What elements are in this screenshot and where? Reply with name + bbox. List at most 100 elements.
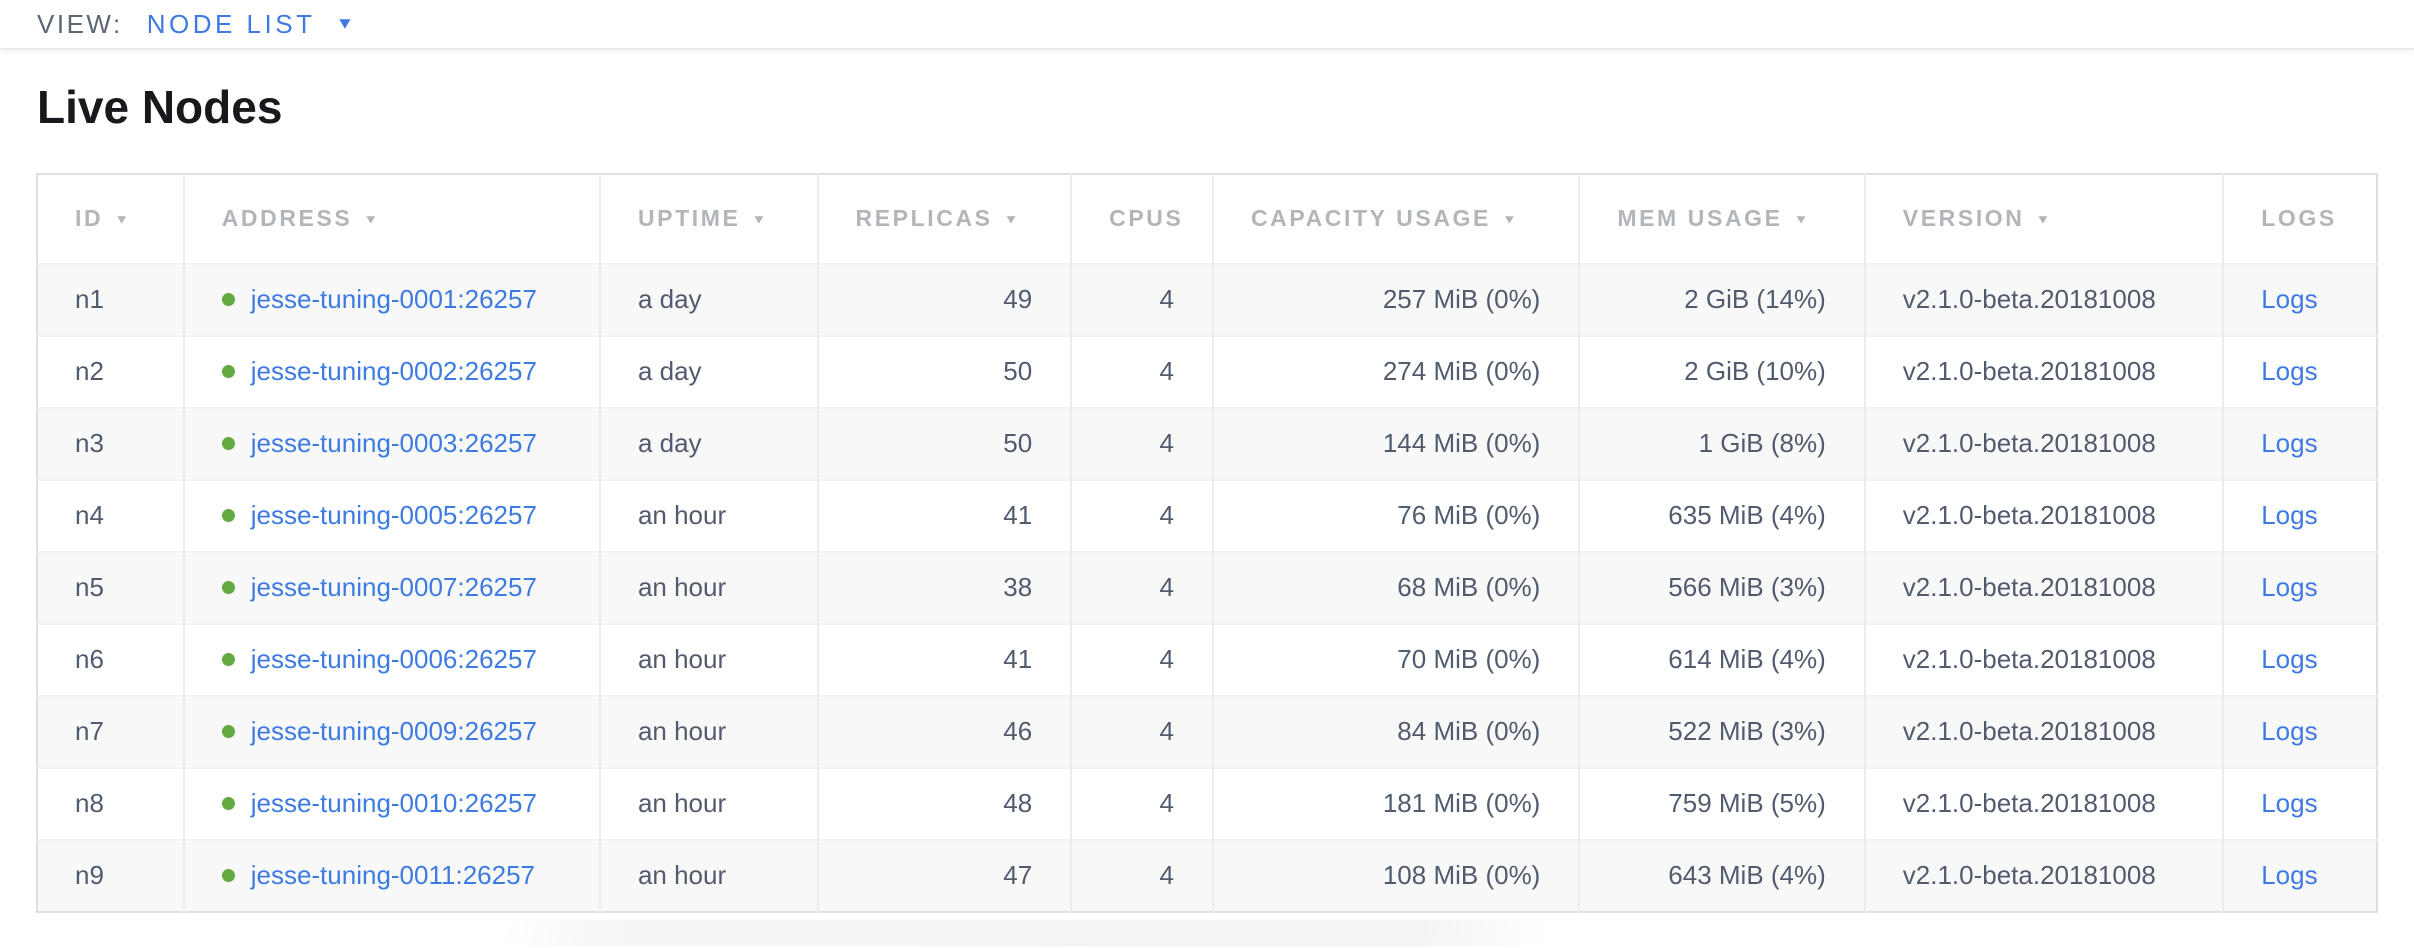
logs-link[interactable]: Logs xyxy=(2261,428,2317,458)
node-mem-cell: 614 MiB (4%) xyxy=(1579,624,1864,696)
node-id-cell: n6 xyxy=(37,624,184,696)
column-header-replicas[interactable]: REPLICAS▼ xyxy=(818,174,1072,264)
table-row: n4 jesse-tuning-0005:26257 an hour 41 4 … xyxy=(37,480,2377,552)
node-uptime-cell: an hour xyxy=(600,840,818,912)
node-logs-cell: Logs xyxy=(2223,480,2377,552)
column-header-capacity-usage[interactable]: CAPACITY USAGE▼ xyxy=(1213,174,1579,264)
node-id-cell: n3 xyxy=(37,408,184,480)
table-row: n8 jesse-tuning-0010:26257 an hour 48 4 … xyxy=(37,768,2377,840)
node-version-cell: v2.1.0-beta.20181008 xyxy=(1865,840,2223,912)
node-address-link[interactable]: jesse-tuning-0010:26257 xyxy=(251,788,537,818)
view-dropdown[interactable]: NODE LIST ▼ xyxy=(147,9,355,40)
node-online-icon xyxy=(222,725,235,738)
table-row: n9 jesse-tuning-0011:26257 an hour 47 4 … xyxy=(37,840,2377,912)
table-header-row: ID ▼ ADDRESS▼ UPTIME ▼ REPLICAS▼ CPUS CAPA… xyxy=(37,174,2377,264)
page-bottom-fade xyxy=(505,920,1545,946)
logs-link[interactable]: Logs xyxy=(2261,500,2317,530)
node-online-icon xyxy=(222,581,235,594)
node-uptime-cell: an hour xyxy=(600,624,818,696)
logs-link[interactable]: Logs xyxy=(2261,716,2317,746)
table-row: n7 jesse-tuning-0009:26257 an hour 46 4 … xyxy=(37,696,2377,768)
node-replicas-cell: 41 xyxy=(818,480,1072,552)
node-version-cell: v2.1.0-beta.20181008 xyxy=(1865,624,2223,696)
column-header-uptime[interactable]: UPTIME ▼ xyxy=(600,174,818,264)
node-id-cell: n4 xyxy=(37,480,184,552)
node-id-cell: n7 xyxy=(37,696,184,768)
node-logs-cell: Logs xyxy=(2223,408,2377,480)
node-address-link[interactable]: jesse-tuning-0001:26257 xyxy=(251,284,537,314)
live-nodes-table: ID ▼ ADDRESS▼ UPTIME ▼ REPLICAS▼ CPUS CAPA… xyxy=(36,173,2378,913)
table-row: n1 jesse-tuning-0001:26257 a day 49 4 25… xyxy=(37,264,2377,336)
column-header-id[interactable]: ID ▼ xyxy=(37,174,184,264)
logs-link[interactable]: Logs xyxy=(2261,644,2317,674)
column-header-label: VERSION xyxy=(1903,205,2025,231)
node-capacity-cell: 84 MiB (0%) xyxy=(1213,696,1579,768)
node-address-link[interactable]: jesse-tuning-0006:26257 xyxy=(251,644,537,674)
logs-link[interactable]: Logs xyxy=(2261,356,2317,386)
node-logs-cell: Logs xyxy=(2223,624,2377,696)
node-cpus-cell: 4 xyxy=(1071,768,1213,840)
column-header-label: ID xyxy=(75,205,103,231)
node-id-cell: n2 xyxy=(37,336,184,408)
column-header-label: MEM USAGE xyxy=(1617,205,1782,231)
logs-link[interactable]: Logs xyxy=(2261,284,2317,314)
column-header-address[interactable]: ADDRESS▼ xyxy=(184,174,600,264)
node-id-cell: n5 xyxy=(37,552,184,624)
node-uptime-cell: a day xyxy=(600,336,818,408)
column-header-version[interactable]: VERSION▼ xyxy=(1865,174,2223,264)
node-cpus-cell: 4 xyxy=(1071,408,1213,480)
node-capacity-cell: 144 MiB (0%) xyxy=(1213,408,1579,480)
logs-link[interactable]: Logs xyxy=(2261,860,2317,890)
node-cpus-cell: 4 xyxy=(1071,696,1213,768)
node-version-cell: v2.1.0-beta.20181008 xyxy=(1865,552,2223,624)
node-address-cell: jesse-tuning-0010:26257 xyxy=(184,768,600,840)
node-address-link[interactable]: jesse-tuning-0009:26257 xyxy=(251,716,537,746)
view-label: VIEW: xyxy=(37,9,123,40)
column-header-label: CAPACITY USAGE xyxy=(1251,205,1491,231)
node-address-cell: jesse-tuning-0009:26257 xyxy=(184,696,600,768)
node-uptime-cell: an hour xyxy=(600,768,818,840)
node-mem-cell: 643 MiB (4%) xyxy=(1579,840,1864,912)
node-mem-cell: 522 MiB (3%) xyxy=(1579,696,1864,768)
node-address-cell: jesse-tuning-0005:26257 xyxy=(184,480,600,552)
node-address-cell: jesse-tuning-0001:26257 xyxy=(184,264,600,336)
table-row: n5 jesse-tuning-0007:26257 an hour 38 4 … xyxy=(37,552,2377,624)
node-online-icon xyxy=(222,509,235,522)
node-cpus-cell: 4 xyxy=(1071,552,1213,624)
logs-link[interactable]: Logs xyxy=(2261,788,2317,818)
node-logs-cell: Logs xyxy=(2223,552,2377,624)
node-logs-cell: Logs xyxy=(2223,264,2377,336)
column-header-mem-usage[interactable]: MEM USAGE ▼ xyxy=(1579,174,1864,264)
node-version-cell: v2.1.0-beta.20181008 xyxy=(1865,480,2223,552)
node-address-cell: jesse-tuning-0007:26257 xyxy=(184,552,600,624)
column-header-cpus: CPUS xyxy=(1071,174,1213,264)
node-address-link[interactable]: jesse-tuning-0002:26257 xyxy=(251,356,537,386)
node-address-link[interactable]: jesse-tuning-0003:26257 xyxy=(251,428,537,458)
node-logs-cell: Logs xyxy=(2223,696,2377,768)
live-nodes-table-container: ID ▼ ADDRESS▼ UPTIME ▼ REPLICAS▼ CPUS CAPA… xyxy=(36,173,2378,913)
node-uptime-cell: an hour xyxy=(600,696,818,768)
table-row: n3 jesse-tuning-0003:26257 a day 50 4 14… xyxy=(37,408,2377,480)
node-replicas-cell: 47 xyxy=(818,840,1072,912)
sort-caret-icon: ▼ xyxy=(751,212,768,226)
node-uptime-cell: an hour xyxy=(600,480,818,552)
sort-caret-icon: ▼ xyxy=(114,212,131,226)
node-cpus-cell: 4 xyxy=(1071,264,1213,336)
sort-caret-icon: ▼ xyxy=(363,212,380,226)
node-online-icon xyxy=(222,797,235,810)
logs-link[interactable]: Logs xyxy=(2261,572,2317,602)
node-version-cell: v2.1.0-beta.20181008 xyxy=(1865,768,2223,840)
node-replicas-cell: 50 xyxy=(818,336,1072,408)
node-uptime-cell: a day xyxy=(600,408,818,480)
node-capacity-cell: 274 MiB (0%) xyxy=(1213,336,1579,408)
node-address-link[interactable]: jesse-tuning-0011:26257 xyxy=(251,860,535,890)
node-capacity-cell: 70 MiB (0%) xyxy=(1213,624,1579,696)
node-address-link[interactable]: jesse-tuning-0005:26257 xyxy=(251,500,537,530)
node-address-link[interactable]: jesse-tuning-0007:26257 xyxy=(251,572,537,602)
sort-caret-icon: ▼ xyxy=(1794,212,1811,226)
column-header-logs: LOGS xyxy=(2223,174,2377,264)
column-header-label: UPTIME xyxy=(638,205,741,231)
table-row: n2 jesse-tuning-0002:26257 a day 50 4 27… xyxy=(37,336,2377,408)
node-mem-cell: 2 GiB (10%) xyxy=(1579,336,1864,408)
node-replicas-cell: 50 xyxy=(818,408,1072,480)
